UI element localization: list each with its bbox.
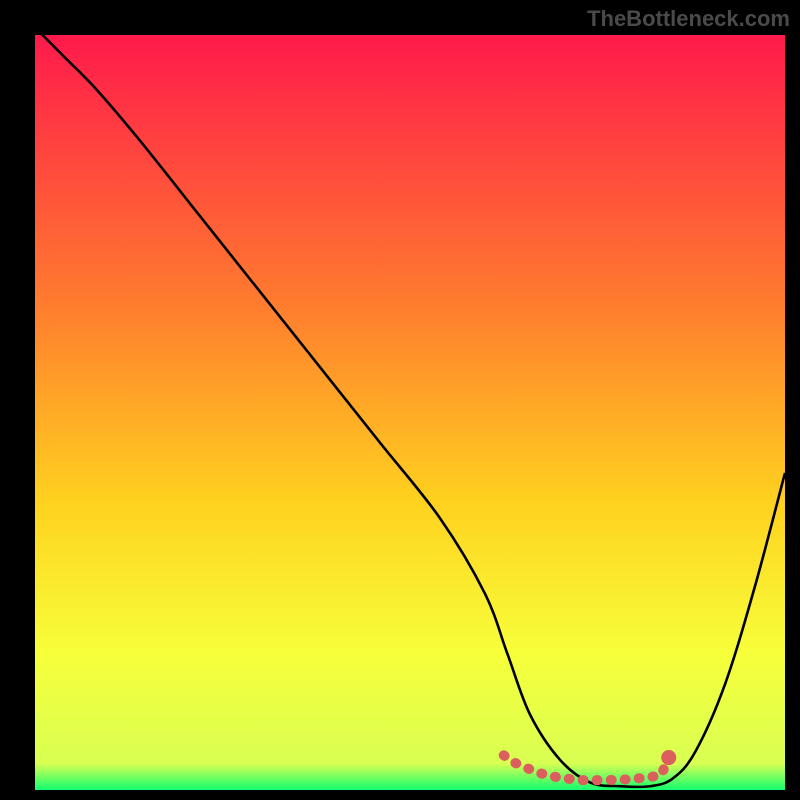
watermark-text: TheBottleneck.com [587, 6, 790, 32]
accent-dot [661, 750, 676, 765]
chart-canvas [0, 0, 800, 800]
